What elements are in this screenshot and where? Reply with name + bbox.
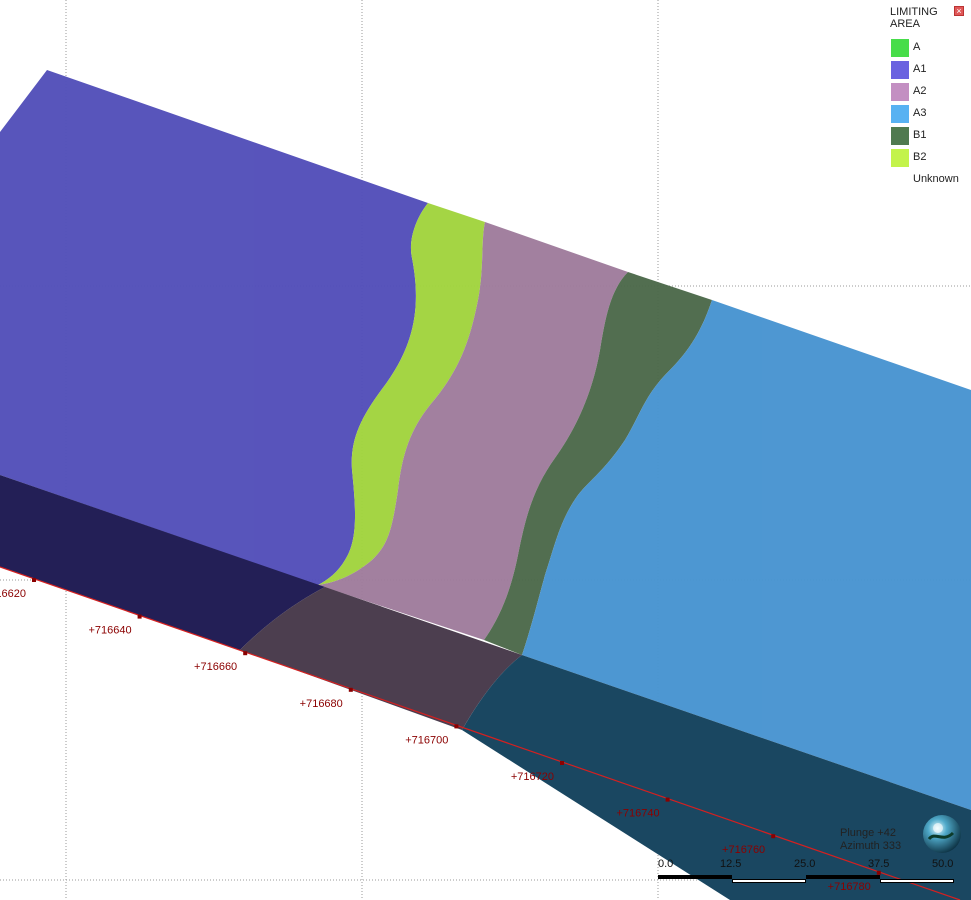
legend-panel: LIMITING AREA × A A1 A2 A3 B1 B2 Unknown: [884, 4, 968, 190]
scale-segment: [658, 875, 732, 879]
axis-tick-label: +716660: [194, 661, 237, 673]
legend-swatch: [890, 104, 910, 124]
axis-tick-mark: [32, 578, 36, 582]
legend-swatch: [890, 148, 910, 168]
axis-tick-label: +716700: [405, 734, 448, 746]
3d-viewport[interactable]: +716620 +716640 +716660 +716680 +716700 +7167…: [0, 0, 971, 900]
legend-item-unknown[interactable]: Unknown: [890, 170, 968, 190]
legend-item-a2[interactable]: A2: [890, 82, 968, 102]
scale-label: 50.0: [932, 858, 954, 870]
axis-tick-label: +716640: [88, 625, 131, 637]
legend-item-b1[interactable]: B1: [890, 126, 968, 146]
axis-tick-label: +716680: [300, 698, 343, 710]
legend-item-a1[interactable]: A1: [890, 60, 968, 80]
axis-tick-label: +716720: [511, 771, 554, 783]
legend-swatch: [890, 60, 910, 80]
legend-title: LIMITING AREA: [890, 6, 938, 30]
scale-segment: [880, 879, 954, 883]
legend-swatch: [890, 126, 910, 146]
axis-tick-mark: [137, 614, 142, 619]
scale-bar: 0.0 12.5 25.0 37.5 50.0: [656, 858, 961, 888]
legend-item-b2[interactable]: B2: [890, 148, 968, 168]
legend-label: B2: [913, 151, 927, 163]
axis-tick-mark: [243, 651, 248, 656]
scale-label: 0.0: [658, 858, 674, 870]
legend-label: A1: [913, 63, 927, 75]
close-icon[interactable]: ×: [954, 6, 964, 16]
axis-tick-label: +716620: [0, 588, 26, 600]
legend-label: A: [913, 41, 921, 53]
scale-label: 37.5: [868, 858, 890, 870]
legend-item-a3[interactable]: A3: [890, 104, 968, 124]
axis-tick-mark: [348, 687, 353, 692]
legend-item-a[interactable]: A: [890, 38, 968, 58]
axis-tick-label: +716760: [722, 844, 765, 856]
axis-tick-mark: [454, 724, 459, 729]
axis-tick-mark: [771, 834, 776, 839]
plunge-readout: Plunge +42: [840, 827, 896, 839]
block-model-scene[interactable]: +716620 +716640 +716660 +716680 +716700 +7167…: [0, 0, 971, 900]
globe-icon[interactable]: [921, 813, 963, 855]
legend-swatch: [890, 38, 910, 58]
scale-segment: [732, 879, 806, 883]
axis-tick-mark: [665, 797, 670, 802]
legend-label: A3: [913, 107, 927, 119]
legend-label: B1: [913, 129, 927, 141]
legend-label: A2: [913, 85, 927, 97]
legend-swatch: [890, 82, 910, 102]
scale-label: 25.0: [794, 858, 816, 870]
view-orientation: Plunge +42 Azimuth 333: [840, 827, 901, 853]
axis-tick-label: +716740: [616, 808, 659, 820]
axis-tick-mark: [560, 761, 564, 765]
legend-label: Unknown: [913, 173, 959, 185]
azimuth-readout: Azimuth 333: [840, 840, 902, 852]
scale-segment: [806, 875, 880, 879]
scale-label: 12.5: [720, 858, 742, 870]
